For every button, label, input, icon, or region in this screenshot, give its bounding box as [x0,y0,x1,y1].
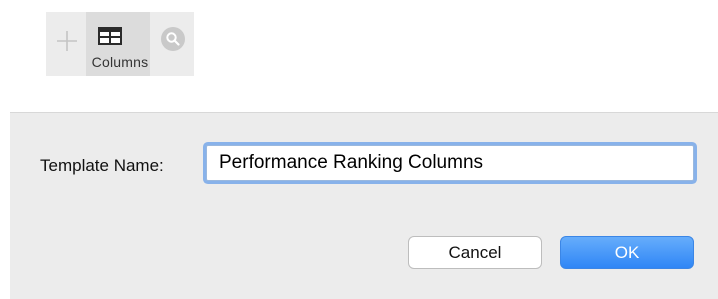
template-name-input[interactable] [206,145,694,181]
cancel-button[interactable]: Cancel [408,236,542,269]
toolbar-columns-label: Columns [91,54,149,70]
plus-icon [57,31,77,51]
template-name-label: Template Name: [40,156,164,175]
toolbar: Columns [46,12,194,76]
ok-button[interactable]: OK [560,236,694,269]
columns-icon [98,27,122,45]
save-template-dialog: Template Name: Cancel OK [10,112,718,299]
search-icon [161,27,185,51]
